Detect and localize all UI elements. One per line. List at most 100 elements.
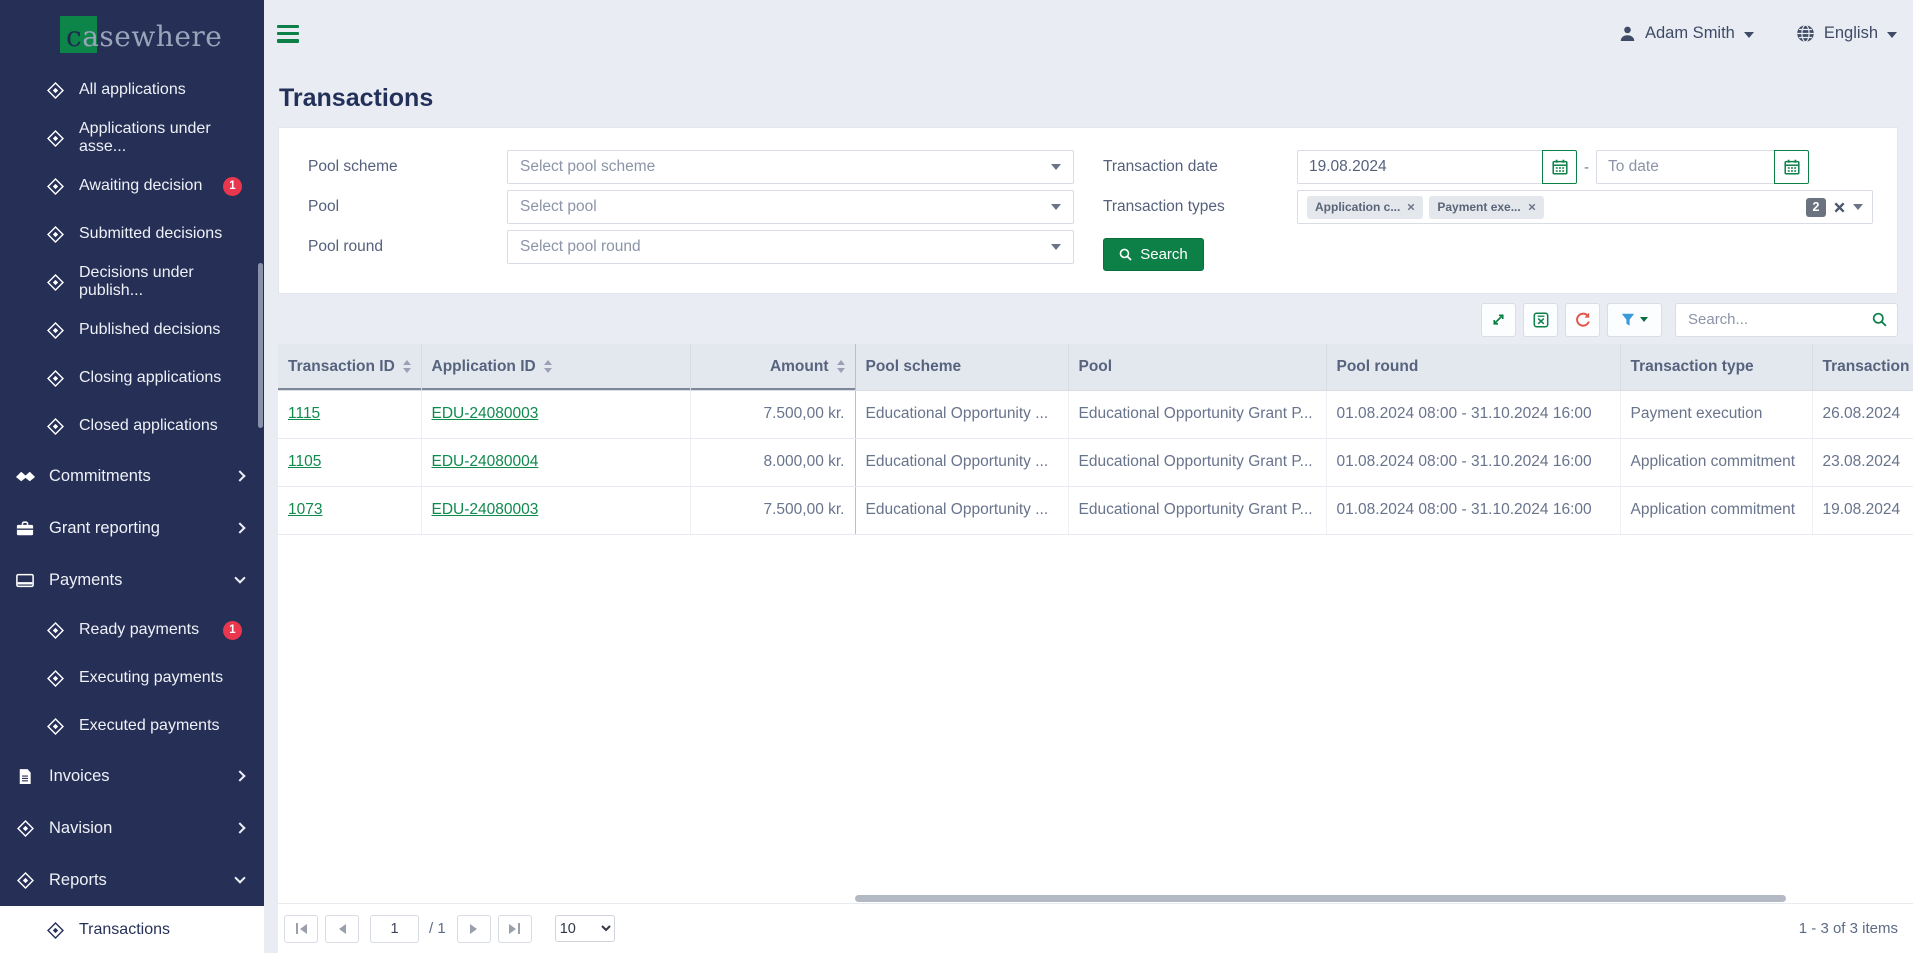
expand-grid-button[interactable] — [1481, 302, 1516, 337]
transaction-types-multiselect[interactable]: Application c... Payment exe... 2 — [1297, 190, 1873, 224]
sidebar-item-label: Commitments — [49, 466, 151, 485]
date-from-calendar-button[interactable] — [1542, 150, 1577, 184]
cell-pool-scheme: Educational Opportunity ... — [855, 390, 1069, 439]
sidebar-scrollbar[interactable] — [258, 263, 263, 428]
sidebar-item-label: Published decisions — [79, 321, 221, 338]
sidebar-item-closing-applications[interactable]: Closing applications — [0, 354, 264, 402]
filter-right-column: Transaction date - — [1103, 150, 1897, 271]
sidebar-item-label: Navision — [49, 818, 113, 837]
application-id-link[interactable]: EDU-24080004 — [432, 453, 539, 470]
sidebar-item-decisions-under-publish[interactable]: Decisions under publish... — [0, 258, 264, 306]
sidebar-item-all-applications[interactable]: All applications — [0, 66, 264, 114]
sidebar-item-executing-payments[interactable]: Executing payments — [0, 654, 264, 702]
sidebar-item-ready-payments[interactable]: Ready payments 1 — [0, 606, 264, 654]
export-excel-button[interactable] — [1523, 302, 1558, 337]
remove-chip-icon[interactable] — [1407, 203, 1415, 211]
transaction-id-link[interactable]: 1073 — [288, 501, 322, 518]
sidebar-item-applications-under-asse[interactable]: Applications under asse... — [0, 114, 264, 162]
sidebar-item-navision[interactable]: Navision — [0, 802, 264, 854]
chevron-down-icon[interactable] — [1853, 204, 1863, 210]
application-id-link[interactable]: EDU-24080003 — [432, 405, 539, 422]
last-page-button[interactable] — [497, 914, 532, 943]
column-header-transaction-id[interactable]: Transaction ID — [278, 344, 422, 391]
sort-icon — [543, 360, 552, 373]
column-header-label: Application ID — [431, 357, 536, 375]
column-header-label: Pool scheme — [865, 357, 962, 375]
content: Transactions Pool scheme Select pool sch… — [264, 67, 1913, 953]
diamond-icon — [44, 717, 66, 735]
previous-page-button[interactable] — [325, 914, 359, 943]
sidebar-item-awaiting-decision[interactable]: Awaiting decision 1 — [0, 162, 264, 210]
date-from-input[interactable] — [1297, 150, 1542, 184]
sidebar-item-commitments[interactable]: Commitments — [0, 450, 264, 502]
sidebar-item-label: Executed payments — [79, 717, 220, 734]
page-size-select[interactable]: 10 — [554, 915, 615, 942]
sidebar-item-label: Submitted decisions — [79, 225, 223, 242]
chevron-down-icon — [234, 572, 246, 584]
menu-toggle-button[interactable] — [277, 24, 299, 43]
cell-application-id: EDU-24080003 — [421, 486, 691, 535]
sidebar-item-grant-reporting[interactable]: Grant reporting — [0, 502, 264, 554]
brand-logo[interactable]: casewhere — [0, 0, 264, 66]
chip-label: Payment exe... — [1437, 200, 1521, 214]
sidebar-item-closed-applications[interactable]: Closed applications — [0, 402, 264, 450]
cell-application-id: EDU-24080003 — [421, 390, 691, 439]
sidebar-item-payments[interactable]: Payments — [0, 554, 264, 606]
selected-type-chip: Application c... — [1307, 195, 1424, 219]
diamond-icon — [44, 81, 66, 99]
transaction-date-range: - — [1297, 150, 1809, 184]
sidebar-item-published-decisions[interactable]: Published decisions — [0, 306, 264, 354]
transaction-id-link[interactable]: 1105 — [288, 453, 321, 470]
diamond-icon — [44, 369, 66, 387]
sidebar-item-invoices[interactable]: Invoices — [0, 750, 264, 802]
count-badge: 1 — [223, 176, 242, 196]
sidebar-item-executed-payments[interactable]: Executed payments — [0, 702, 264, 750]
chevron-down-icon — [1887, 31, 1897, 38]
chevron-down-icon — [1051, 164, 1061, 170]
app-window: casewhere All applications Applications u… — [0, 0, 1913, 953]
calendar-icon — [1783, 159, 1800, 175]
chevron-right-icon — [234, 470, 246, 482]
cell-transaction-type: Application commitment — [1620, 486, 1813, 535]
chip-label: Application c... — [1315, 200, 1401, 214]
sidebar-item-transactions[interactable]: Transactions — [0, 906, 264, 953]
table-row: 1115 EDU-24080003 7.500,00 kr. Educational … — [278, 390, 1913, 439]
user-menu[interactable]: Adam Smith — [1619, 24, 1754, 43]
filter-left-column: Pool scheme Select pool scheme Pool Sele… — [308, 150, 1103, 271]
filter-icon — [1621, 313, 1635, 327]
transaction-id-link[interactable]: 1115 — [288, 405, 320, 422]
page-number-input[interactable] — [370, 914, 419, 943]
topbar-right: Adam Smith English — [1619, 24, 1897, 43]
pool-round-select[interactable]: Select pool round — [507, 230, 1074, 264]
sidebar-item-reports[interactable]: Reports — [0, 854, 264, 906]
column-header-amount[interactable]: Amount — [690, 344, 856, 391]
brand-logo-initial: c — [66, 20, 83, 53]
first-page-button[interactable] — [284, 914, 318, 943]
table-row: 1105 EDU-24080004 8.000,00 kr. Educational … — [278, 438, 1913, 487]
search-button[interactable]: Search — [1103, 238, 1204, 271]
pool-scheme-select[interactable]: Select pool scheme — [507, 150, 1074, 184]
globe-icon — [1796, 24, 1815, 43]
sidebar-item-submitted-decisions[interactable]: Submitted decisions — [0, 210, 264, 258]
remove-chip-icon[interactable] — [1528, 203, 1536, 211]
filter-columns-button[interactable] — [1607, 302, 1662, 337]
search-icon[interactable] — [1872, 312, 1887, 327]
pool-select[interactable]: Select pool — [507, 190, 1074, 224]
items-count-label: 1 - 3 of 3 items — [1798, 920, 1898, 937]
sidebar-item-label: Applications under asse... — [79, 120, 211, 155]
diamond-icon — [14, 819, 36, 837]
language-menu[interactable]: English — [1796, 24, 1897, 43]
application-id-link[interactable]: EDU-24080003 — [432, 501, 539, 518]
grid-search-input[interactable] — [1686, 310, 1872, 329]
clear-selection-icon[interactable] — [1834, 201, 1845, 213]
date-to-calendar-button[interactable] — [1774, 150, 1809, 184]
refresh-button[interactable] — [1565, 302, 1600, 337]
cell-pool: Educational Opportunity Grant P... — [1068, 486, 1327, 535]
sidebar-item-label: Grant reporting — [49, 518, 160, 537]
horizontal-scrollbar[interactable] — [855, 895, 1786, 902]
excel-icon — [1533, 312, 1549, 328]
next-page-button[interactable] — [456, 914, 491, 943]
sidebar-nav: All applications Applications under asse.… — [0, 66, 264, 953]
column-header-application-id[interactable]: Application ID — [421, 344, 691, 391]
date-to-input[interactable] — [1596, 150, 1774, 184]
